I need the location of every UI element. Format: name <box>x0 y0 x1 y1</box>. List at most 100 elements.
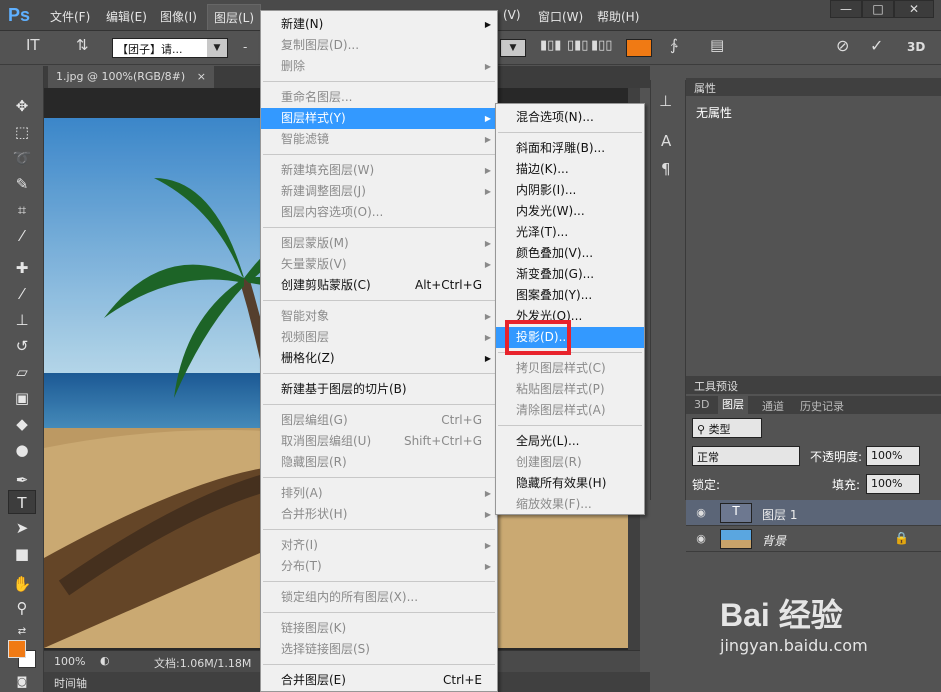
tab-3d[interactable]: 3D <box>694 398 709 411</box>
hand-tool-icon[interactable]: ✋ <box>8 572 36 596</box>
quick-selection-tool-icon[interactable]: ✎ <box>8 172 36 196</box>
menu-item[interactable]: 拷贝图层样式(C) <box>496 358 644 379</box>
document-tab[interactable]: 1.jpg @ 100%(RGB/8#) × <box>48 66 214 88</box>
maximize-button[interactable]: □ <box>862 0 894 18</box>
status-menu-icon[interactable]: ◐ <box>100 654 110 667</box>
zoom-level[interactable]: 100% <box>54 655 85 668</box>
menu-edit[interactable]: 编辑(E) <box>106 8 147 25</box>
history-brush-tool-icon[interactable]: ↺ <box>8 334 36 358</box>
menu-item[interactable]: 渐变叠加(G)... <box>496 264 644 285</box>
menu-item[interactable]: 创建图层(R) <box>496 452 644 473</box>
font-style-select[interactable]: - <box>243 40 247 54</box>
menu-item[interactable]: 矢量蒙版(V) ▶ <box>261 254 497 275</box>
menu-item[interactable]: 新建调整图层(J) ▶ <box>261 181 497 202</box>
character-panel-icon[interactable]: ▤ <box>710 36 724 54</box>
menu-item[interactable]: 图层编组(G) Ctrl+G <box>261 410 497 431</box>
blur-tool-icon[interactable]: ◆ <box>8 412 36 436</box>
menu-item[interactable]: 颜色叠加(V)... <box>496 243 644 264</box>
crop-tool-icon[interactable]: ⌗ <box>8 198 36 222</box>
opacity-input[interactable]: 100% <box>866 446 920 466</box>
dodge-tool-icon[interactable]: ● <box>8 438 36 462</box>
rectangle-tool-icon[interactable]: ■ <box>8 542 36 566</box>
menu-item[interactable]: 混合选项(N)... <box>496 107 644 128</box>
menu-item[interactable]: 隐藏所有效果(H) <box>496 473 644 494</box>
menu-window[interactable]: 窗口(W) <box>538 8 583 25</box>
eyedropper-tool-icon[interactable]: ⁄ <box>8 224 36 248</box>
close-window-button[interactable]: ✕ <box>894 0 934 18</box>
align-center-icon[interactable]: ▯▮▯ <box>567 38 588 53</box>
tab-history[interactable]: 历史记录 <box>800 398 844 414</box>
foreground-color-swatch[interactable] <box>8 640 26 658</box>
menu-item[interactable]: 隐藏图层(R) <box>261 452 497 473</box>
align-right-icon[interactable]: ▮▯▯ <box>591 38 612 53</box>
eye-icon[interactable]: ◉ <box>694 506 708 520</box>
pen-tool-icon[interactable]: ✒ <box>8 468 36 492</box>
tab-channels[interactable]: 通道 <box>762 398 784 414</box>
minimize-button[interactable]: — <box>830 0 862 18</box>
menu-item[interactable]: 视频图层 ▶ <box>261 327 497 348</box>
menu-item[interactable]: 排列(A) ▶ <box>261 483 497 504</box>
eraser-tool-icon[interactable]: ▱ <box>8 360 36 384</box>
menu-item[interactable]: 复制图层(D)... <box>261 35 497 56</box>
font-size-dropdown[interactable]: ▼ <box>500 39 526 57</box>
menu-file[interactable]: 文件(F) <box>50 8 90 25</box>
menu-item[interactable]: 栅格化(Z) ▶ <box>261 348 497 369</box>
paragraph-icon[interactable]: ¶ <box>661 160 671 178</box>
menu-item[interactable]: 分布(T) ▶ <box>261 556 497 577</box>
menu-item[interactable]: 取消图层编组(U) Shift+Ctrl+G <box>261 431 497 452</box>
menu-item[interactable]: 链接图层(K) <box>261 618 497 639</box>
quick-mask-icon[interactable]: ◙ <box>8 670 36 692</box>
menu-item[interactable]: 新建基于图层的切片(B) <box>261 379 497 400</box>
fill-input[interactable]: 100% <box>866 474 920 494</box>
menu-item[interactable]: 斜面和浮雕(B)... <box>496 138 644 159</box>
character-icon[interactable]: A <box>661 132 671 150</box>
menu-item[interactable]: 删除 ▶ <box>261 56 497 77</box>
menu-item[interactable]: 图层样式(Y) ▶ <box>261 108 497 129</box>
zoom-tool-icon[interactable]: ⚲ <box>8 596 36 620</box>
commit-icon[interactable]: ✓ <box>870 36 883 55</box>
blend-mode-select[interactable]: 正常 <box>692 446 800 466</box>
menu-item[interactable]: 智能滤镜 ▶ <box>261 129 497 150</box>
menu-view[interactable]: (V) <box>503 8 521 22</box>
menu-item[interactable]: 创建剪贴蒙版(C) Alt+Ctrl+G <box>261 275 497 296</box>
menu-item[interactable]: 重命名图层... <box>261 87 497 108</box>
cancel-icon[interactable]: ⊘ <box>836 36 849 55</box>
menu-item[interactable]: 新建填充图层(W) ▶ <box>261 160 497 181</box>
menu-image[interactable]: 图像(I) <box>160 8 197 25</box>
lasso-tool-icon[interactable]: ➰ <box>8 146 36 170</box>
menu-item[interactable]: 图层蒙版(M) ▶ <box>261 233 497 254</box>
text-color-swatch[interactable] <box>626 39 652 57</box>
tab-layers[interactable]: 图层 <box>718 396 748 414</box>
move-tool-icon[interactable]: ✥ <box>8 94 36 118</box>
menu-item[interactable]: 智能对象 ▶ <box>261 306 497 327</box>
menu-item[interactable]: 清除图层样式(A) <box>496 400 644 421</box>
type-tool-preset-icon[interactable]: ⅠT <box>26 36 40 54</box>
menu-item[interactable]: 图案叠加(Y)... <box>496 285 644 306</box>
font-family-select[interactable]: 【团子】请... ▼ <box>112 38 228 58</box>
menu-help[interactable]: 帮助(H) <box>597 8 639 25</box>
gradient-tool-icon[interactable]: ▣ <box>8 386 36 410</box>
menu-item[interactable]: 全局光(L)... <box>496 431 644 452</box>
timeline-tab[interactable]: 时间轴 <box>54 675 87 691</box>
menu-item[interactable]: 缩放效果(F)... <box>496 494 644 515</box>
type-tool-icon[interactable]: T <box>8 490 36 514</box>
menu-item[interactable]: 合并图层(E) Ctrl+E <box>261 670 497 691</box>
menu-item[interactable]: 合并形状(H) ▶ <box>261 504 497 525</box>
layer-row-text[interactable]: ◉ T 图层 1 <box>686 500 941 526</box>
menu-item[interactable]: 新建(N) ▶ <box>261 14 497 35</box>
3d-button[interactable]: 3D <box>907 40 925 54</box>
menu-item[interactable]: 粘贴图层样式(P) <box>496 379 644 400</box>
path-selection-tool-icon[interactable]: ➤ <box>8 516 36 540</box>
menu-item[interactable]: 描边(K)... <box>496 159 644 180</box>
warp-text-icon[interactable]: ∱ <box>670 36 678 54</box>
toggle-text-orientation-icon[interactable]: ⇅ <box>76 36 89 54</box>
clone-stamp-tool-icon[interactable]: ⊥ <box>8 308 36 332</box>
layer-row-background[interactable]: ◉ 背景 🔒 <box>686 526 941 552</box>
eye-icon[interactable]: ◉ <box>694 532 708 546</box>
healing-brush-tool-icon[interactable]: ✚ <box>8 256 36 280</box>
menu-item[interactable]: 锁定组内的所有图层(X)... <box>261 587 497 608</box>
brush-tool-icon[interactable]: ⁄ <box>8 282 36 306</box>
menu-layer[interactable]: 图层(L) <box>207 4 262 30</box>
menu-item[interactable]: 对齐(I) ▶ <box>261 535 497 556</box>
menu-item[interactable]: 光泽(T)... <box>496 222 644 243</box>
